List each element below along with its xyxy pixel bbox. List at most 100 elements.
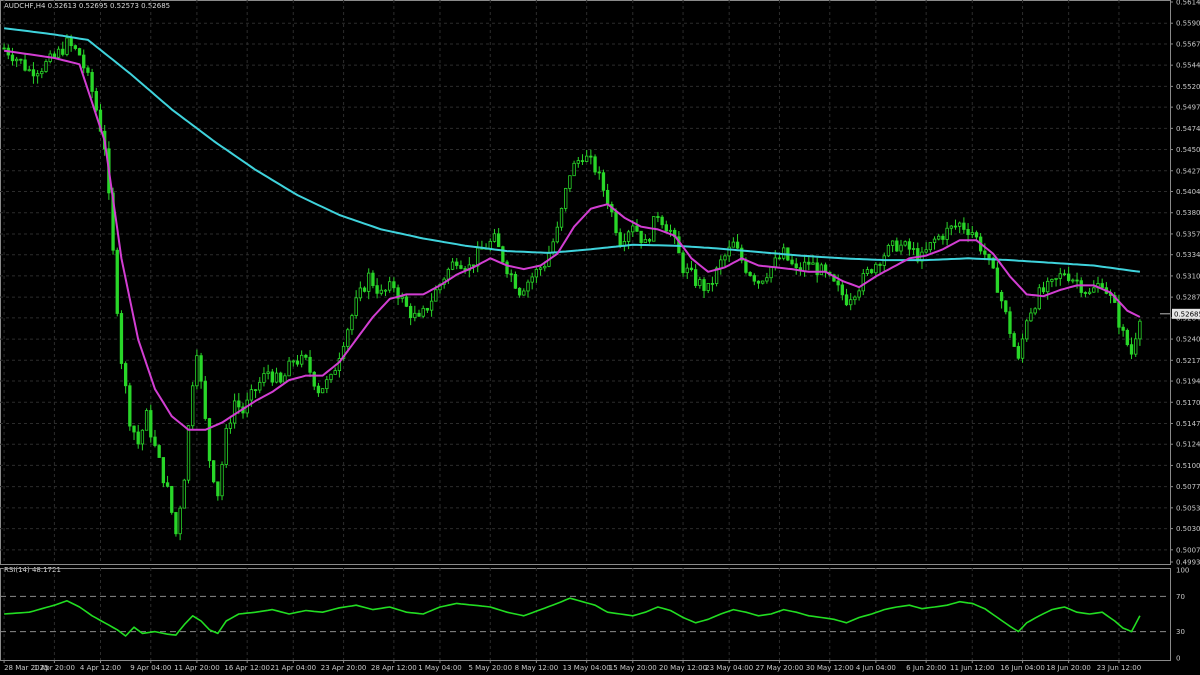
rsi-panel — [0, 595, 1170, 637]
candle-body — [1100, 283, 1104, 289]
price-tick-label: 0.54270 — [1176, 167, 1200, 175]
candle-body — [421, 307, 425, 317]
candle-body — [505, 261, 509, 275]
candle-body — [182, 479, 186, 509]
grid — [0, 0, 1171, 661]
candle-body — [1071, 279, 1075, 282]
candle-body — [170, 485, 174, 513]
candle-body — [769, 266, 773, 279]
candle-body — [1025, 320, 1029, 340]
candle-body — [1117, 302, 1121, 328]
candle-body — [86, 67, 90, 73]
candle-body — [932, 238, 937, 244]
candle-body — [698, 279, 702, 286]
candle-body — [580, 160, 585, 162]
price-tick-label: 0.51705 — [1176, 399, 1200, 407]
candle-body — [216, 481, 220, 497]
candle-body — [157, 445, 161, 458]
candle-body — [999, 291, 1004, 302]
candle-body — [455, 261, 459, 266]
candle-body — [1075, 279, 1079, 282]
candle-body — [128, 385, 132, 427]
candle-body — [379, 289, 383, 294]
candle-body — [123, 363, 128, 387]
candle-body — [249, 389, 254, 401]
candle-body — [706, 282, 710, 291]
candle-body — [815, 262, 819, 276]
candle-body — [870, 269, 874, 274]
candle-body — [400, 296, 404, 299]
candle-body — [635, 225, 639, 232]
time-tick-label: 9 Apr 04:00 — [130, 664, 171, 672]
candle-body — [781, 247, 786, 259]
candle-body — [270, 371, 274, 383]
candle-body — [656, 216, 660, 218]
candle-body — [849, 299, 853, 306]
trading-chart[interactable]: 0.56140 0.55905 0.55675 0.55440 0.55205 0.549… — [0, 0, 1200, 675]
candle-body — [551, 241, 555, 254]
price-tick-label: 0.51940 — [1176, 378, 1200, 386]
price-tick-label: 0.56140 — [1176, 0, 1200, 7]
candle-body — [220, 464, 224, 497]
time-tick-label: 8 May 12:00 — [515, 664, 559, 672]
candle-body — [660, 216, 664, 226]
time-tick-label: 21 Apr 04:00 — [270, 664, 316, 672]
candle-body — [308, 356, 312, 373]
candle-body — [476, 247, 480, 267]
candle-body — [392, 281, 396, 289]
candle-body — [513, 273, 518, 289]
candle-body — [56, 48, 61, 58]
candle-body — [861, 273, 865, 292]
time-tick-label: 11 Apr 20:00 — [174, 664, 220, 672]
candle-body — [752, 275, 756, 282]
candle-body — [279, 372, 283, 383]
candle-body — [559, 207, 564, 228]
candle-body — [153, 436, 157, 446]
candle-body — [1037, 287, 1041, 310]
candle-body — [735, 241, 740, 249]
candle-body — [501, 246, 505, 263]
candle-body — [388, 281, 392, 291]
candle-body — [262, 373, 266, 383]
candle-body — [354, 297, 358, 316]
candle-body — [1058, 273, 1062, 279]
candle-body — [425, 307, 430, 311]
price-tick-label: 0.52405 — [1176, 336, 1200, 344]
candle-body — [404, 296, 409, 307]
price-tick-label: 0.53805 — [1176, 209, 1200, 217]
price-tick-label: 0.50535 — [1176, 504, 1200, 512]
candle-body — [174, 512, 178, 535]
price-tick-label: 0.55440 — [1176, 62, 1200, 70]
candle-body — [186, 425, 191, 481]
candle-body — [446, 268, 451, 280]
candle-body — [589, 155, 593, 158]
candle-body — [300, 354, 304, 365]
price-tick-label: 0.52870 — [1176, 294, 1200, 302]
candle-body — [195, 355, 199, 387]
candle-body — [924, 249, 928, 253]
moving-averages — [3, 27, 1141, 431]
candle-body — [605, 189, 610, 205]
time-tick-label: 20 May 12:00 — [659, 664, 707, 672]
candle-body — [526, 281, 530, 292]
candle-body — [1092, 287, 1096, 293]
time-tick-label: 23 May 04:00 — [705, 664, 753, 672]
candle-body — [304, 354, 308, 358]
candle-body — [375, 285, 379, 294]
candle-body — [228, 422, 233, 429]
candle-body — [77, 48, 82, 56]
candle-body — [773, 257, 777, 268]
candle-body — [165, 482, 170, 487]
price-tick-label: 0.51005 — [1176, 462, 1200, 470]
candle-body — [538, 267, 543, 270]
candle-body — [362, 287, 367, 292]
price-tick-label: 0.53340 — [1176, 251, 1200, 259]
candle-body — [329, 373, 333, 381]
candle-body — [1125, 329, 1129, 346]
candle-body — [618, 232, 622, 247]
candle-body — [287, 360, 291, 377]
candle-body — [232, 400, 237, 424]
price-tick-label: 0.50070 — [1176, 546, 1200, 554]
candle-body — [191, 385, 195, 427]
candle-body — [320, 388, 325, 394]
